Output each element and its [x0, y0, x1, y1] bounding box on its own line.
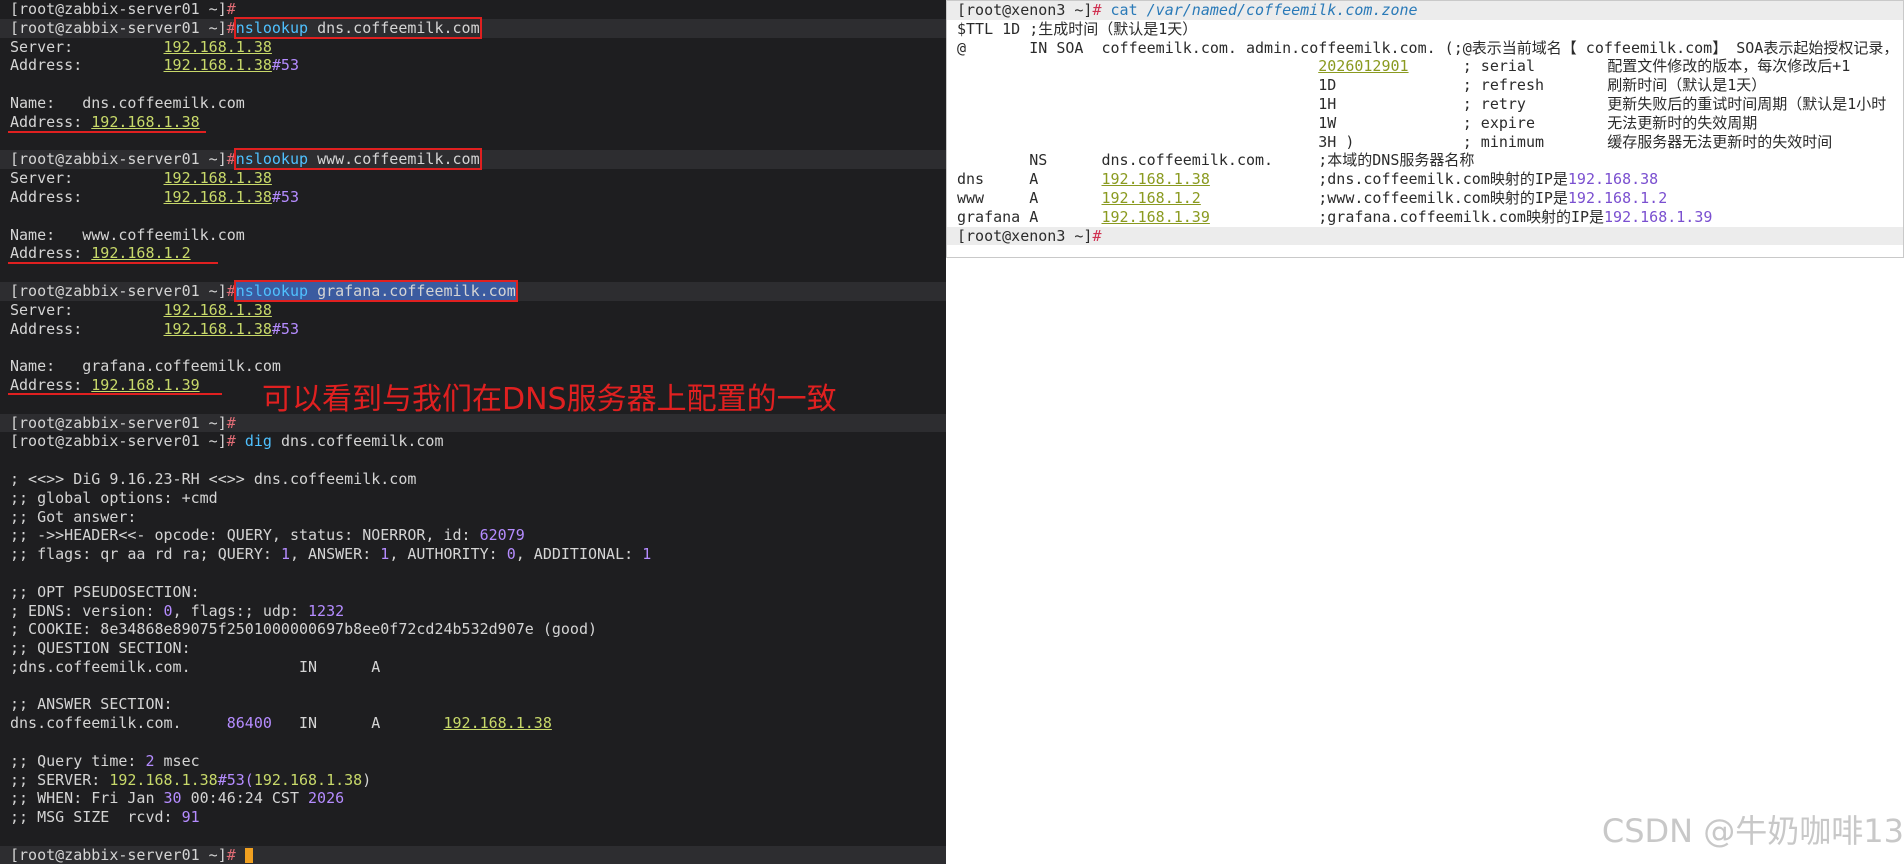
- right-terminal[interactable]: [root@xenon3 ~]# cat /var/named/coffeemi…: [946, 0, 1904, 258]
- result-line: Address: 192.168.1.2: [10, 244, 191, 263]
- dig-output-line: ;; Query time: 2 msec: [10, 751, 200, 770]
- dig-output-line: ;; Got answer:: [10, 507, 137, 526]
- watermark: CSDN @牛奶咖啡13: [1601, 812, 1904, 850]
- dig-output-line: ; <<>> DiG 9.16.23-RH <<>> dns.coffeemil…: [10, 469, 417, 488]
- address-line: Address: 192.168.1.38#53: [10, 187, 299, 206]
- annotation-note: 可以看到与我们在DNS服务器上配置的一致: [262, 382, 837, 417]
- dig-output-line: ;; ANSWER SECTION:: [10, 695, 173, 714]
- name-line: Name: dns.coffeemilk.com: [10, 93, 245, 112]
- zone-line: @ IN SOA coffeemilk.com. admin.coffeemil…: [957, 38, 1899, 57]
- underline-annotation: [8, 393, 222, 395]
- dig-output-line: ;; flags: qr aa rd ra; QUERY: 1, ANSWER:…: [10, 545, 652, 564]
- terminal-line: [root@zabbix-server01 ~]#: [10, 0, 236, 18]
- command-line: [root@zabbix-server01 ~]#nslookup grafan…: [0, 279, 946, 302]
- command-line: [root@xenon3 ~]# cat /var/named/coffeemi…: [947, 1, 1903, 20]
- underline-annotation: [8, 262, 218, 264]
- dig-output-line: ;; QUESTION SECTION:: [10, 639, 191, 658]
- server-line: Server: 192.168.1.38: [10, 300, 272, 319]
- dig-output-line: ;dns.coffeemilk.com. IN A: [10, 657, 381, 676]
- result-line: Address: 192.168.1.38: [10, 112, 200, 131]
- dig-output-line: dns.coffeemilk.com. 86400 IN A 192.168.1…: [10, 714, 552, 733]
- dig-output-line: ;; global options: +cmd: [10, 488, 218, 507]
- terminal-line: [root@xenon3 ~]#: [947, 226, 1903, 246]
- command-line: [root@zabbix-server01 ~]#nslookup dns.co…: [0, 16, 946, 39]
- cursor: [244, 847, 253, 863]
- dig-output-line: ;; SERVER: 192.168.1.38#53(192.168.1.38): [10, 770, 372, 789]
- dig-output-line: ;; WHEN: Fri Jan 30 00:46:24 CST 2026: [10, 789, 345, 808]
- address-line: Address: 192.168.1.38#53: [10, 319, 299, 338]
- dig-output-line: ;; ->>HEADER<<- opcode: QUERY, status: N…: [10, 526, 525, 545]
- zone-record: grafana A 192.168.1.39 ;grafana.coffeemi…: [957, 207, 1713, 226]
- highlighted-command: nslookup www.coffeemilk.com: [233, 148, 482, 171]
- name-line: Name: www.coffeemilk.com: [10, 225, 245, 244]
- highlighted-command: nslookup grafana.coffeemilk.com: [233, 279, 518, 302]
- underline-annotation: [8, 131, 206, 133]
- zone-record: dns A 192.168.1.38 ;dns.coffeemilk.com映射…: [957, 170, 1659, 189]
- server-line: Server: 192.168.1.38: [10, 169, 272, 188]
- zone-line: NS dns.coffeemilk.com. ;本域的DNS服务器名称: [957, 151, 1475, 170]
- command-line: [root@zabbix-server01 ~]# dig dns.coffee…: [10, 432, 444, 451]
- zone-record: www A 192.168.1.2 ;www.coffeemilk.com映射的…: [957, 188, 1668, 207]
- command-line: [root@zabbix-server01 ~]#nslookup www.co…: [0, 148, 946, 171]
- server-line: Server: 192.168.1.38: [10, 37, 272, 56]
- left-terminal[interactable]: [root@zabbix-server01 ~]# [root@zabbix-s…: [0, 0, 946, 864]
- terminal-line: [root@zabbix-server01 ~]#: [0, 845, 946, 864]
- zone-line: 2026012901 ; serial 配置文件修改的版本，每次修改后+1: [1318, 57, 1851, 76]
- zone-line: 1H ; retry 更新失败后的重试时间周期（默认是1小时: [957, 94, 1887, 113]
- dig-output-line: ;; OPT PSEUDOSECTION:: [10, 582, 200, 601]
- zone-line: 1W ; expire 无法更新时的失效周期: [957, 113, 1758, 132]
- zone-line: $TTL 1D ;生成时间（默认是1天）: [957, 19, 1198, 38]
- dig-output-line: ; EDNS: version: 0, flags:; udp: 1232: [10, 601, 345, 620]
- dig-output-line: ; COOKIE: 8e34868e89075f2501000000697b8e…: [10, 620, 597, 639]
- zone-line: 1D ; refresh 刷新时间（默认是1天）: [957, 76, 1767, 95]
- dig-output-line: ;; MSG SIZE rcvd: 91: [10, 808, 200, 827]
- zone-line: 3H ) ; minimum 缓存服务器无法更新时的失效时间: [957, 132, 1833, 151]
- highlighted-command: nslookup dns.coffeemilk.com: [233, 16, 482, 39]
- address-line: Address: 192.168.1.38#53: [10, 56, 299, 75]
